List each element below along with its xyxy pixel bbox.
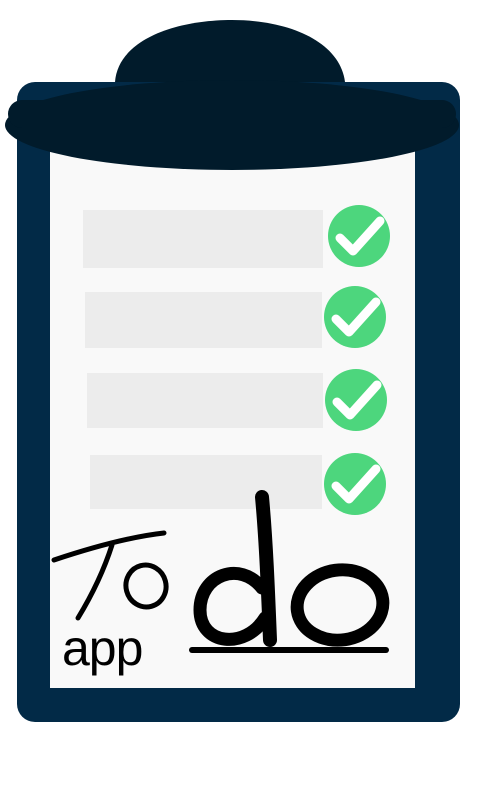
checklist-line <box>83 210 323 268</box>
check-circle-icon <box>324 286 386 348</box>
clipboard-clip-icon <box>5 20 459 170</box>
todo-app-logo: app To do <box>5 20 460 722</box>
check-circle-icon <box>324 453 386 515</box>
check-circle-icon <box>328 205 390 267</box>
logo-app-text: app <box>62 620 142 676</box>
check-circle-icon <box>325 369 387 431</box>
checklist-line <box>90 455 322 509</box>
checklist-line <box>85 292 322 348</box>
checklist-line <box>87 373 323 428</box>
